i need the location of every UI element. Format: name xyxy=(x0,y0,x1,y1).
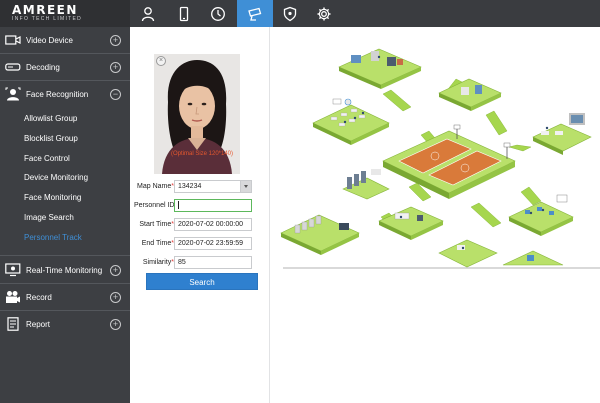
top-bar: AMREEN INFO TECH LIMITED xyxy=(0,0,600,27)
nav-user[interactable] xyxy=(130,0,166,27)
phone-icon xyxy=(179,6,189,21)
sidebar-label: Report xyxy=(26,319,51,329)
nav-playback[interactable] xyxy=(200,0,236,27)
sidebar-item-record[interactable]: Record + xyxy=(0,284,130,310)
video-camera-icon xyxy=(5,35,21,45)
nav-device[interactable] xyxy=(166,0,202,27)
sidebar-item-image-search[interactable]: Image Search xyxy=(24,213,74,222)
sidebar-item-device-monitoring[interactable]: Device Monitoring xyxy=(24,173,88,182)
search-button[interactable]: Search xyxy=(146,273,258,290)
collapse-icon[interactable]: − xyxy=(110,88,121,100)
sidebar-label: Real-Time Monitoring xyxy=(26,265,103,275)
decoder-icon xyxy=(5,63,21,71)
sidebar-label: Video Device xyxy=(26,35,73,45)
sidebar: Video Device + Decoding + Face Recogniti… xyxy=(0,27,130,403)
personnel-id-input[interactable] xyxy=(174,199,252,212)
expand-icon[interactable]: + xyxy=(110,291,121,303)
expand-icon[interactable]: + xyxy=(110,61,121,73)
sidebar-label: Record xyxy=(26,292,52,302)
sidebar-label: Face Recognition xyxy=(26,89,89,99)
nav-security[interactable] xyxy=(272,0,308,27)
sidebar-item-personnel-track[interactable]: Personnel Track xyxy=(24,233,82,242)
logo-tagline: INFO TECH LIMITED xyxy=(12,16,83,22)
photo-size-hint: (Optimal Size 120*140) xyxy=(170,151,234,157)
chevron-down-icon[interactable] xyxy=(240,181,251,192)
similarity-input[interactable]: 85 xyxy=(174,256,252,269)
clock-icon xyxy=(211,6,225,21)
map-view[interactable] xyxy=(271,27,600,403)
sidebar-item-video-device[interactable]: Video Device + xyxy=(0,27,130,53)
expand-icon[interactable]: + xyxy=(110,34,121,46)
sidebar-item-real-time-monitoring[interactable]: Real-Time Monitoring + xyxy=(0,257,130,283)
sidebar-item-decoding[interactable]: Decoding + xyxy=(0,54,130,80)
personnel-id-label: Personnel ID xyxy=(134,202,175,209)
logo-name: AMREEN xyxy=(12,3,78,17)
expand-icon[interactable]: + xyxy=(110,264,121,276)
sidebar-item-allowlist-group[interactable]: Allowlist Group xyxy=(24,114,77,123)
sidebar-item-report[interactable]: Report + xyxy=(0,311,130,337)
sidebar-label: Decoding xyxy=(26,62,60,72)
nav-camera[interactable] xyxy=(237,0,273,27)
face-icon xyxy=(5,87,21,101)
sidebar-item-face-monitoring[interactable]: Face Monitoring xyxy=(24,193,81,202)
divider xyxy=(0,255,130,256)
report-icon xyxy=(7,317,19,331)
sidebar-item-face-recognition[interactable]: Face Recognition − xyxy=(0,81,130,107)
monitor-icon xyxy=(5,263,21,277)
map-name-label: Map Name* xyxy=(137,183,174,190)
sidebar-item-face-control[interactable]: Face Control xyxy=(24,154,70,163)
logo: AMREEN INFO TECH LIMITED xyxy=(0,0,130,27)
gear-icon xyxy=(317,7,331,20)
start-time-input[interactable]: 2020-07-02 00:00:00 xyxy=(174,218,252,231)
search-panel: × (Optimal Size 120*140) Map Name* 13423… xyxy=(130,27,270,403)
sidebar-item-blocklist-group[interactable]: Blocklist Group xyxy=(24,134,78,143)
film-camera-icon xyxy=(6,291,20,303)
camera-icon xyxy=(248,7,262,21)
end-time-label: End Time* xyxy=(141,240,174,247)
end-time-input[interactable]: 2020-07-02 23:59:59 xyxy=(174,237,252,250)
expand-icon[interactable]: + xyxy=(110,318,121,330)
shield-icon xyxy=(283,6,297,21)
start-time-label: Start Time* xyxy=(139,221,174,228)
similarity-label: Similarity* xyxy=(142,259,174,266)
isometric-site-map xyxy=(280,48,600,269)
nav-settings[interactable] xyxy=(306,0,342,27)
remove-photo-button[interactable]: × xyxy=(156,56,166,66)
map-name-select[interactable]: 134234 xyxy=(174,180,252,193)
user-icon xyxy=(141,6,155,21)
